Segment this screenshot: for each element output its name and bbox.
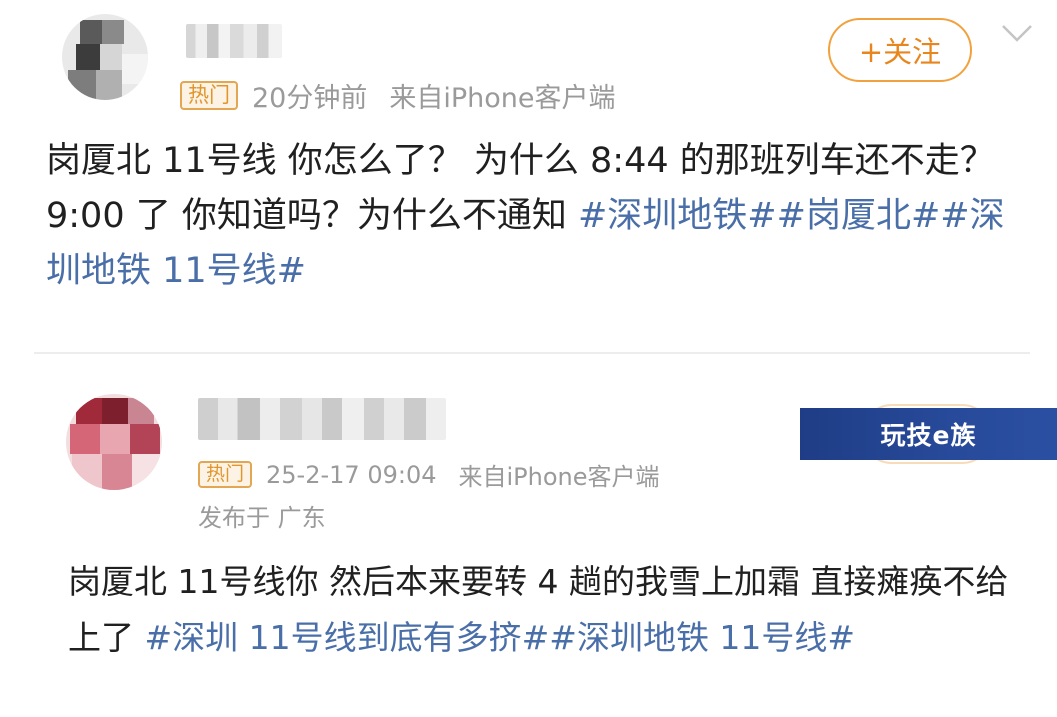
post-time: 25-2-17 09:04: [266, 460, 437, 489]
avatar[interactable]: [66, 394, 162, 490]
post-source: 来自iPhone客户端: [458, 463, 660, 491]
hashtag-link[interactable]: #深圳地铁 11号线#: [549, 618, 855, 657]
weibo-post-2: 热门 25-2-17 09:04 来自iPhone客户端 发布于 广东 岗厦北 …: [0, 0, 1057, 717]
hot-badge: 热门: [198, 461, 253, 488]
post-content: 岗厦北 11号线你 然后本来要转 4 趟的我雪上加霜 直接瘫痪不给上了 #深圳 …: [68, 554, 1028, 666]
hashtag-link[interactable]: #深圳 11号线到底有多挤#: [145, 618, 550, 657]
post-meta: 热门 25-2-17 09:04 来自iPhone客户端: [198, 457, 660, 492]
post-location: 发布于 广东: [198, 504, 326, 532]
watermark-logo: 玩技e族: [800, 408, 1057, 460]
username-blurred[interactable]: [198, 398, 446, 440]
